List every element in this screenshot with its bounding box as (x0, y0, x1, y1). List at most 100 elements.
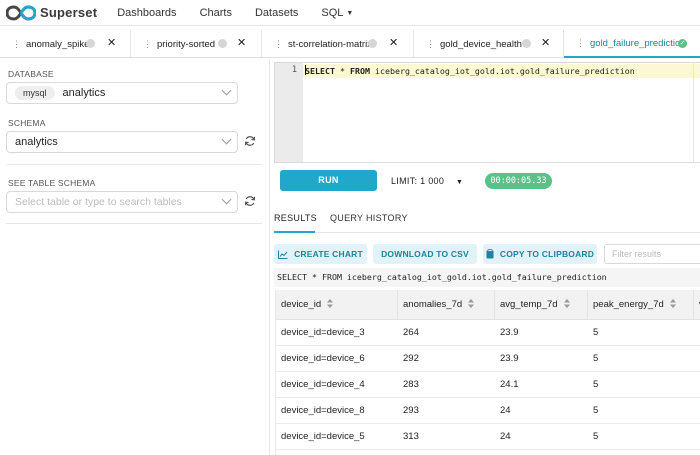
database-select[interactable]: mysql analytics (6, 82, 238, 104)
schema-select[interactable]: analytics (6, 131, 238, 153)
query-tab-bar: ⋮ anomaly_spikes ✕ ⋮ priority-sorted ✕ ⋮… (0, 30, 700, 58)
cell-anomalies: 292 (403, 353, 419, 364)
section-divider (6, 164, 262, 165)
superset-logo[interactable]: Superset (6, 4, 98, 21)
cell-avg-temp: 23.9 (500, 327, 519, 338)
close-icon[interactable]: ✕ (107, 36, 116, 49)
editor-scrollbar[interactable] (693, 62, 700, 163)
cell-device-id: device_id=device_4 (281, 379, 365, 390)
nav-sql-menu[interactable]: SQL ▼ (321, 7, 353, 19)
status-success-icon: ✓ (678, 39, 687, 48)
tab-gold-failure-prediction[interactable]: ⋮ gold_failure_prediction ✓ (564, 30, 700, 58)
schema-value: analytics (15, 136, 58, 148)
nav-dashboards[interactable]: Dashboards (117, 7, 176, 19)
status-idle-icon (218, 39, 227, 48)
sort-icon (563, 299, 570, 308)
drag-handle-icon[interactable]: ⋮ (143, 39, 152, 50)
cell-anomalies: 313 (403, 431, 419, 442)
table-header: device_id anomalies_7d avg_temp_7d peak_… (276, 290, 700, 320)
close-icon[interactable]: ✕ (389, 36, 398, 49)
tab-priority-sorted[interactable]: ⋮ priority-sorted ✕ (131, 30, 262, 58)
left-panel: DATABASE mysql analytics SCHEMA analytic… (0, 59, 270, 455)
cell-peak-energy: 5 (593, 379, 599, 390)
chevron-down-icon (221, 194, 232, 205)
table-select-placeholder: Select table or type to search tables (15, 196, 182, 208)
nav-datasets[interactable]: Datasets (255, 7, 298, 19)
clipboard-icon (486, 249, 494, 259)
table-row: device_id=device_8 293 24 5 (276, 398, 700, 424)
sql-table-ref: iceberg_catalog_iot_gold.iot.gold_failur… (374, 66, 635, 76)
cell-avg-temp: 24 (500, 431, 511, 442)
column-header-label: anomalies_7d (403, 299, 463, 310)
chevron-down-icon (221, 134, 232, 145)
column-header-label: device_id (281, 299, 322, 310)
tab-label: st-correlation-matrix (288, 38, 372, 50)
tab-gold-device-health[interactable]: ⋮ gold_device_health ✕ (414, 30, 564, 58)
cell-peak-energy: 5 (593, 327, 599, 338)
column-header-peak-energy-7d[interactable]: peak_energy_7d (588, 290, 694, 320)
table-schema-label: SEE TABLE SCHEMA (8, 178, 96, 188)
copy-clipboard-label: COPY TO CLIPBOARD (499, 249, 595, 259)
tab-st-correlation-matrix[interactable]: ⋮ st-correlation-matrix ✕ (262, 30, 414, 58)
column-header-truncated[interactable]: v (694, 290, 700, 320)
status-idle-icon (86, 39, 95, 48)
sort-icon (327, 299, 334, 308)
create-chart-button[interactable]: CREATE CHART (274, 244, 367, 264)
tab-results[interactable]: RESULTS (274, 213, 317, 223)
top-navbar: Superset Dashboards Charts Datasets SQL ▼ (0, 0, 700, 26)
editor-gutter: 1 (275, 63, 303, 162)
drag-handle-icon[interactable]: ⋮ (12, 39, 21, 50)
drag-handle-icon[interactable]: ⋮ (426, 39, 435, 50)
filter-results-input[interactable]: Filter results (604, 244, 700, 264)
line-chart-icon (278, 250, 288, 259)
close-icon[interactable]: ✕ (237, 36, 246, 49)
download-csv-button[interactable]: DOWNLOAD TO CSV (373, 244, 477, 264)
drag-handle-icon[interactable]: ⋮ (274, 39, 283, 50)
caret-down-icon: ▼ (455, 179, 464, 186)
tab-label: priority-sorted (157, 38, 216, 50)
results-table: device_id anomalies_7d avg_temp_7d peak_… (275, 290, 700, 455)
sort-icon (669, 299, 676, 308)
active-tab-indicator (274, 231, 315, 233)
brand-name: Superset (40, 5, 98, 20)
cell-anomalies: 283 (403, 379, 419, 390)
limit-dropdown[interactable]: LIMIT: 1 000 ▼ (391, 176, 463, 186)
table-row: device_id=device_3 264 23.9 5 (276, 320, 700, 346)
status-idle-icon (522, 39, 531, 48)
nav-charts[interactable]: Charts (200, 7, 232, 19)
column-header-anomalies-7d[interactable]: anomalies_7d (398, 290, 495, 320)
create-chart-label: CREATE CHART (294, 249, 363, 259)
copy-clipboard-button[interactable]: COPY TO CLIPBOARD (483, 244, 597, 264)
query-timer-badge: 00:00:05.33 (485, 173, 552, 189)
sql-editor[interactable]: 1 SELECT * FROM iceberg_catalog_iot_gold… (274, 62, 700, 163)
tab-label: gold_failure_prediction (590, 37, 686, 49)
database-label: DATABASE (8, 69, 54, 79)
line-number: 1 (291, 65, 297, 75)
table-row: device_id=device_6 292 23.9 5 (276, 346, 700, 372)
column-header-avg-temp-7d[interactable]: avg_temp_7d (495, 290, 588, 320)
cell-device-id: device_id=device_8 (281, 405, 365, 416)
sort-icon (468, 299, 475, 308)
section-divider (6, 223, 262, 224)
cell-peak-energy: 5 (593, 405, 599, 416)
run-button[interactable]: RUN (280, 170, 377, 191)
tab-query-history[interactable]: QUERY HISTORY (330, 213, 408, 223)
tab-label: anomaly_spikes (26, 38, 95, 50)
table-select[interactable]: Select table or type to search tables (6, 191, 238, 213)
cell-avg-temp: 23.9 (500, 353, 519, 364)
cell-device-id: device_id=device_6 (281, 353, 365, 364)
sql-star: * (339, 66, 345, 76)
sql-code-line[interactable]: SELECT * FROM iceberg_catalog_iot_gold.i… (305, 65, 635, 76)
cell-anomalies: 264 (403, 327, 419, 338)
tab-anomaly-spikes[interactable]: ⋮ anomaly_spikes ✕ (0, 30, 131, 58)
refresh-icon[interactable] (244, 135, 256, 147)
close-icon[interactable]: ✕ (541, 36, 550, 49)
drag-handle-icon[interactable]: ⋮ (576, 38, 585, 49)
column-header-label: peak_energy_7d (593, 299, 664, 310)
tab-label: gold_device_health (440, 38, 522, 50)
database-value: analytics (62, 87, 106, 99)
column-header-device-id[interactable]: device_id (276, 290, 398, 320)
refresh-icon[interactable] (244, 195, 256, 207)
table-row: device_id=device_5 313 24 5 (276, 424, 700, 450)
schema-label: SCHEMA (8, 118, 46, 128)
